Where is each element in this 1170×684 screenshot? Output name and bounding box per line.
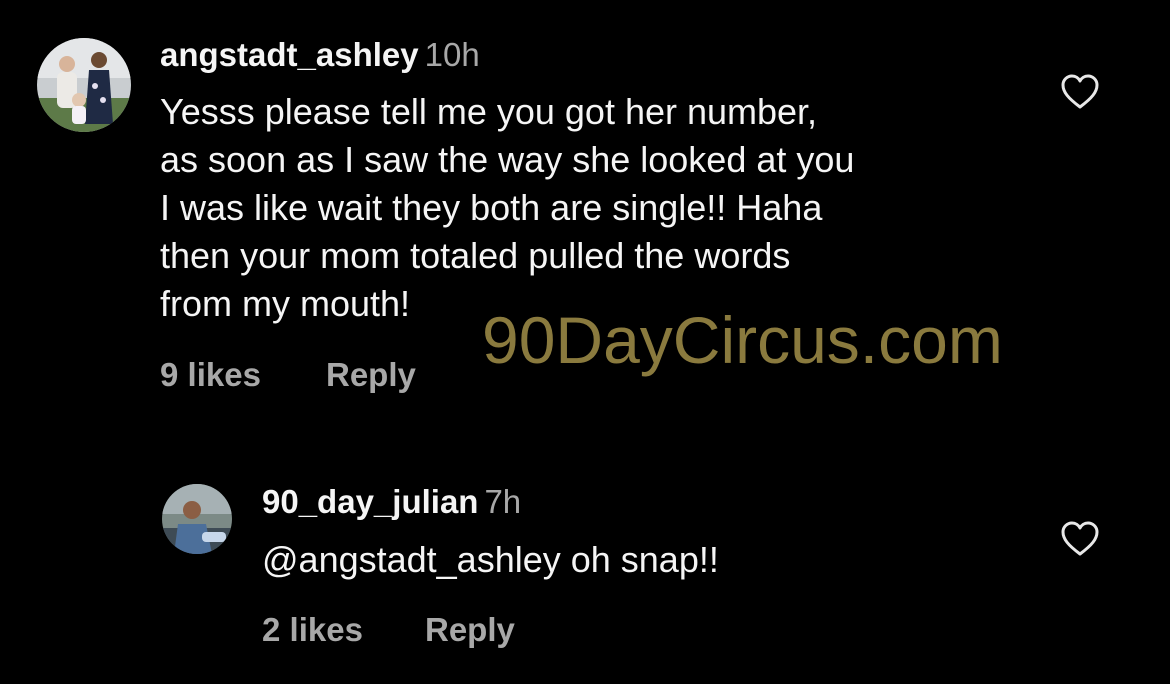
reply-button[interactable]: Reply xyxy=(326,355,416,395)
comment-text: Yesss please tell me you got her number,… xyxy=(160,88,854,328)
timestamp: 10h xyxy=(424,36,480,73)
watermark-text: 90DayCircus.com xyxy=(482,303,1003,377)
comment-header: angstadt_ashley 10h xyxy=(160,35,480,75)
username-link[interactable]: angstadt_ashley xyxy=(160,36,419,73)
avatar[interactable] xyxy=(162,484,232,554)
timestamp: 7h xyxy=(484,483,522,520)
likes-count[interactable]: 2 likes xyxy=(262,610,363,650)
comment-text-line: @angstadt_ashley oh snap!! xyxy=(262,539,719,580)
comment-text: @angstadt_ashley oh snap!! xyxy=(262,536,719,584)
likes-count[interactable]: 9 likes xyxy=(160,355,261,395)
comment-text-line: Yesss please tell me you got her number, xyxy=(160,91,818,132)
family-photo-avatar xyxy=(37,38,131,132)
comment-text-line: as soon as I saw the way she looked at y… xyxy=(160,139,855,180)
heart-outline-icon[interactable] xyxy=(1060,74,1100,110)
avatar[interactable] xyxy=(37,38,131,132)
profile-photo-avatar xyxy=(162,484,232,554)
comment-header: 90_day_julian 7h xyxy=(262,482,521,522)
comment-text-line: I was like wait they both are single!! H… xyxy=(160,187,823,228)
heart-outline-icon[interactable] xyxy=(1060,521,1100,557)
reply-button[interactable]: Reply xyxy=(425,610,515,650)
comment-text-line: then your mom totaled pulled the words xyxy=(160,235,791,276)
comments-view: angstadt_ashley 10h Yesss please tell me … xyxy=(0,0,1170,684)
username-link[interactable]: 90_day_julian xyxy=(262,483,478,520)
